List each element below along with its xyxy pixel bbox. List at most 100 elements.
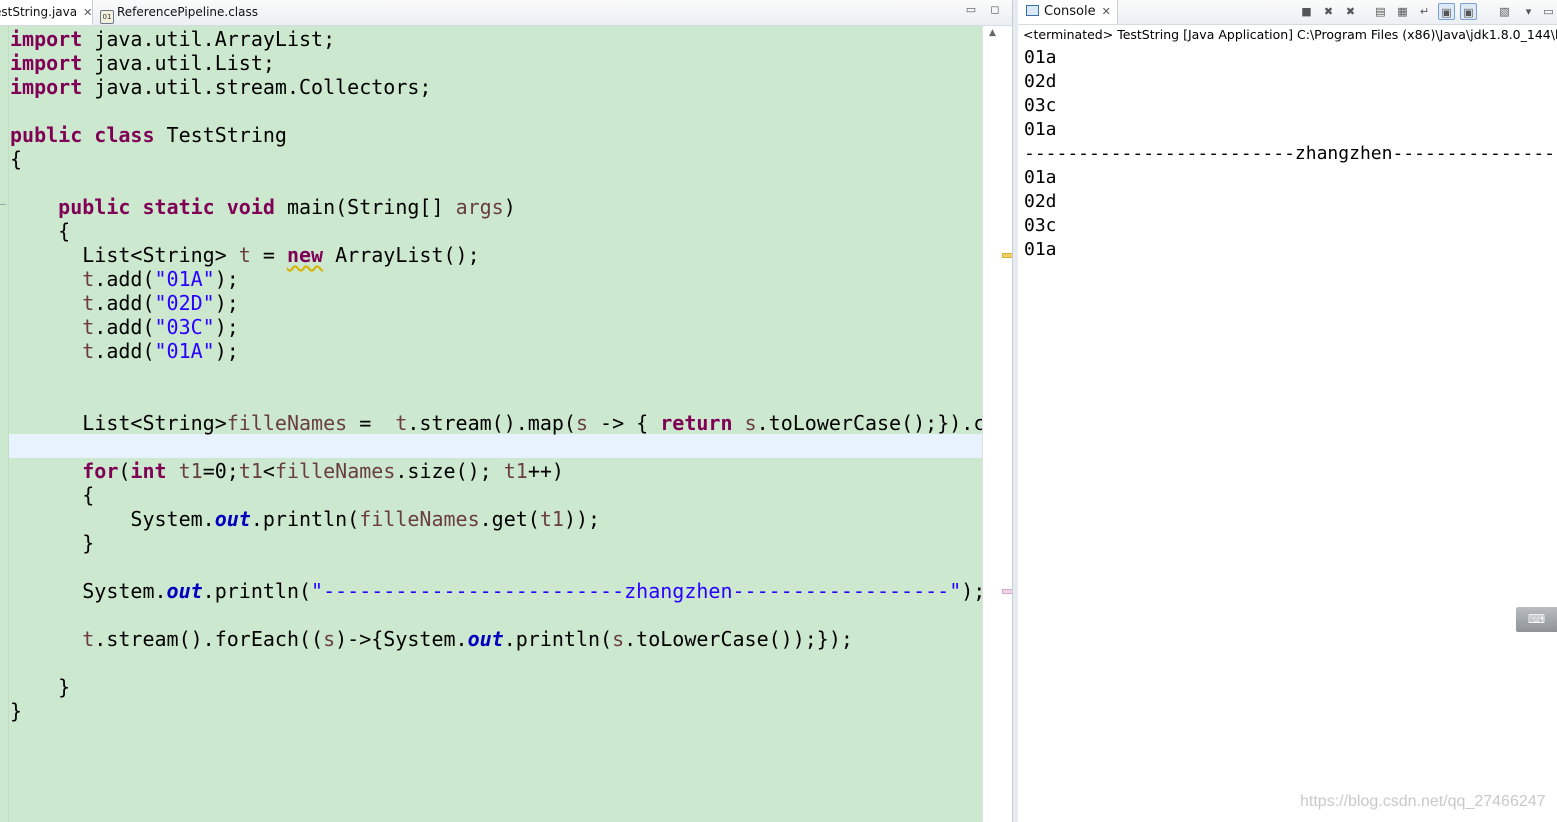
code-line[interactable]: } (10, 531, 985, 555)
code-token: s (744, 411, 757, 435)
code-line[interactable] (10, 99, 985, 123)
code-line[interactable] (10, 387, 985, 411)
code-token: "-------------------------zhangzhen-----… (311, 579, 962, 603)
code-token: t1 (238, 459, 263, 483)
code-token: } (10, 699, 23, 723)
code-token: ); (214, 339, 239, 363)
code-token: java.util.List; (82, 51, 275, 75)
code-token: .println( (202, 579, 312, 603)
code-line[interactable]: } (10, 699, 985, 723)
console-output[interactable]: 01a 02d 03c 01a -------------------------zha… (1024, 46, 1557, 262)
code-line[interactable]: t.add("01A"); (10, 339, 985, 363)
tab-label: ReferencePipeline.class (117, 5, 258, 19)
code-line[interactable]: { (10, 147, 985, 171)
console-pane: Console ✕ ■ ✖ ✖ ▤ ▦ ↵ ▣ ▣ ▧ ▾ ▭ <terminat… (1018, 0, 1557, 822)
code-token: .size(); (395, 459, 504, 483)
open-console-icon[interactable]: ▧ (1496, 3, 1513, 20)
code-token: .add( (94, 339, 155, 363)
code-line[interactable]: import java.util.List; (10, 51, 985, 75)
editor-tab-bar: estString.java ✕ 01 ReferencePipeline.clas… (0, 0, 1012, 26)
minimize-icon[interactable]: ▭ (1540, 3, 1557, 20)
minimize-icon[interactable]: ▭ (964, 3, 978, 17)
code-token: System. (10, 507, 215, 531)
code-line[interactable]: public class TestString (10, 123, 985, 147)
word-wrap-icon[interactable]: ↵ (1416, 3, 1433, 20)
scroll-lock-icon[interactable]: ▦ (1394, 3, 1411, 20)
code-token: t (238, 243, 251, 267)
code-token: { (10, 147, 23, 171)
code-token: t (82, 315, 95, 339)
code-token: for (82, 459, 119, 483)
code-token: "03C" (154, 315, 215, 339)
tab-teststring-java[interactable]: estString.java ✕ (0, 0, 93, 25)
code-line[interactable]: t.stream().forEach((s)->{System.out.prin… (10, 627, 985, 651)
code-token: t (82, 627, 95, 651)
close-icon[interactable]: ✕ (1102, 0, 1111, 24)
terminate-icon[interactable]: ■ (1298, 3, 1315, 20)
editor-pane: estString.java ✕ 01 ReferencePipeline.clas… (0, 0, 1014, 822)
code-token: filleNames (274, 459, 396, 483)
view-menu-icon[interactable]: ▾ (1520, 3, 1537, 20)
vertical-ruler[interactable] (0, 26, 9, 822)
code-token: java.util.stream.Collectors; (82, 75, 432, 99)
code-line[interactable]: List<String> t = new ArrayList(); (10, 243, 985, 267)
code-line[interactable]: List<String>filleNames = t.stream().map(… (10, 411, 985, 435)
code-line[interactable]: { (10, 483, 985, 507)
code-line[interactable]: t.add("03C"); (10, 315, 985, 339)
code-token: .add( (94, 315, 155, 339)
code-line[interactable]: } (10, 675, 985, 699)
code-line[interactable]: t.add("02D"); (10, 291, 985, 315)
code-token: args (455, 195, 504, 219)
code-line[interactable] (10, 651, 985, 675)
code-line[interactable]: System.out.println("--------------------… (10, 579, 985, 603)
code-token: void (226, 195, 275, 219)
code-token: out (214, 507, 251, 531)
code-token: import (10, 75, 83, 99)
code-token: ( (118, 459, 131, 483)
console-icon (1026, 5, 1039, 16)
code-token: } (10, 531, 95, 555)
clear-console-icon[interactable]: ▤ (1372, 3, 1389, 20)
code-line[interactable]: public static void main(String[] args) (10, 195, 985, 219)
code-token: int (130, 459, 167, 483)
code-token: out (467, 627, 504, 651)
close-icon[interactable]: ✕ (83, 1, 92, 25)
remove-launch-icon[interactable]: ✖ (1320, 3, 1337, 20)
show-on-stdout-icon[interactable]: ▣ (1438, 3, 1455, 20)
code-token: ArrayList(); (323, 243, 480, 267)
code-line[interactable] (10, 435, 985, 459)
tab-console[interactable]: Console ✕ (1018, 0, 1118, 24)
code-token: class (94, 123, 155, 147)
code-line[interactable] (10, 171, 985, 195)
keyboard-icon[interactable]: ⌨ (1516, 607, 1557, 632)
code-line[interactable]: System.out.println(filleNames.get(t1)); (10, 507, 985, 531)
console-output-line: 01a (1024, 167, 1057, 188)
tab-referencepipeline-class[interactable]: 01 ReferencePipeline.class (100, 0, 280, 24)
source-code[interactable]: import java.util.ArrayList; import java.u… (10, 27, 985, 723)
code-line[interactable]: for(int t1=0;t1<filleNames.size(); t1++) (10, 459, 985, 483)
code-line[interactable] (10, 363, 985, 387)
code-line[interactable] (10, 603, 985, 627)
overview-ruler[interactable]: ▲ (982, 26, 1014, 822)
maximize-icon[interactable]: ◻ (988, 3, 1002, 17)
show-on-stderr-icon[interactable]: ▣ (1460, 3, 1477, 20)
remove-all-terminated-icon[interactable]: ✖ (1342, 3, 1359, 20)
code-line[interactable]: { (10, 219, 985, 243)
scroll-up-icon[interactable]: ▲ (989, 28, 996, 38)
code-line[interactable]: import java.util.stream.Collectors; (10, 75, 985, 99)
code-token: static (142, 195, 215, 219)
code-token: } (10, 675, 71, 699)
code-token: ); (214, 267, 239, 291)
code-line[interactable]: t.add("01A"); (10, 267, 985, 291)
code-token: < (262, 459, 275, 483)
code-line[interactable]: import java.util.ArrayList; (10, 27, 985, 51)
console-tab-bar: Console ✕ ■ ✖ ✖ ▤ ▦ ↵ ▣ ▣ ▧ ▾ ▭ (1018, 0, 1557, 25)
code-line[interactable] (10, 555, 985, 579)
code-token: .println( (503, 627, 613, 651)
